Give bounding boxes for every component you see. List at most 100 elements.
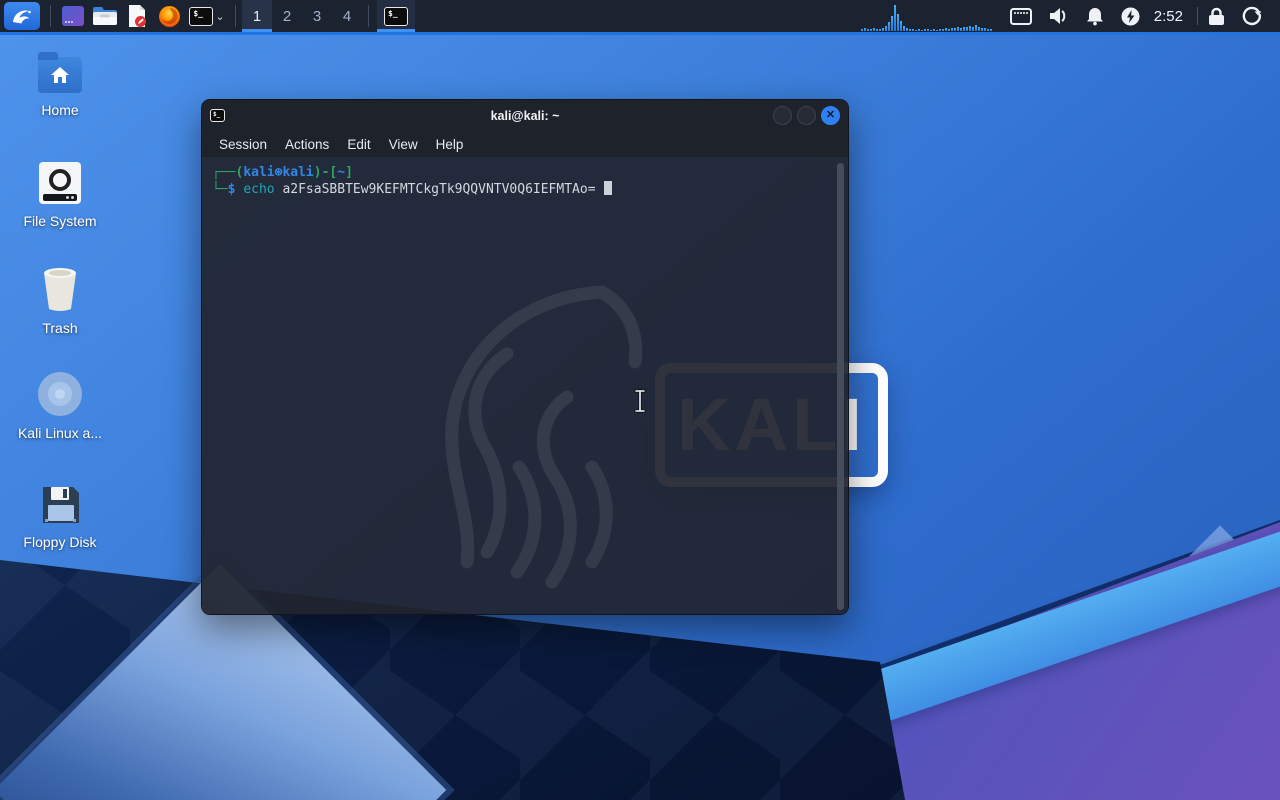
cpu-graph-bar bbox=[911, 29, 914, 31]
text-editor-icon bbox=[129, 5, 146, 27]
terminal-content[interactable]: ┌──(kali⊛kali)-[~] └─$ echo a2FsaSBBTEw9… bbox=[202, 157, 848, 614]
workspace-2[interactable]: 2 bbox=[272, 0, 302, 32]
desktop-icon-label: Home bbox=[41, 102, 79, 118]
cpu-graph-bar bbox=[935, 30, 938, 31]
mouse-cursor-ibeam bbox=[634, 389, 646, 413]
terminal-launcher-icon: $_ bbox=[189, 6, 214, 26]
close-button[interactable]: ✕ bbox=[821, 106, 840, 125]
menu-session[interactable]: Session bbox=[210, 134, 276, 155]
cpu-graph-bar bbox=[917, 29, 920, 31]
panel-separator bbox=[1197, 7, 1198, 25]
cpu-graph-bar bbox=[893, 5, 896, 31]
cd-rom-icon bbox=[38, 372, 82, 416]
notification-bell-icon[interactable] bbox=[1086, 7, 1104, 26]
taskbar-window-button-terminal[interactable]: $_ bbox=[377, 0, 415, 32]
terminal-window-icon: $_ bbox=[384, 6, 408, 26]
cpu-graph-bar bbox=[878, 29, 881, 31]
drive-ring bbox=[49, 169, 71, 191]
logout-icon[interactable] bbox=[1242, 6, 1262, 26]
terminal-titlebar[interactable]: $_ kali@kali: ~ ✕ bbox=[202, 100, 848, 131]
menu-edit[interactable]: Edit bbox=[338, 134, 379, 155]
minimize-button[interactable] bbox=[773, 106, 792, 125]
desktop-icon-label: File System bbox=[23, 213, 97, 229]
panel-separator bbox=[235, 5, 236, 27]
chevron-down-icon[interactable]: ⌄ bbox=[215, 10, 224, 23]
cpu-graph-bar bbox=[884, 26, 887, 31]
desktop-icon-kali-cd[interactable]: Kali Linux a... bbox=[10, 372, 110, 441]
volume-icon[interactable] bbox=[1049, 7, 1069, 25]
desktop-icon-floppy[interactable]: Floppy Disk bbox=[10, 483, 110, 550]
window-title: kali@kali: ~ bbox=[490, 108, 560, 123]
terminal-scrollbar[interactable] bbox=[837, 163, 844, 610]
cpu-graph-bar bbox=[938, 29, 941, 31]
folder-icon bbox=[93, 7, 117, 25]
cpu-graph-bar bbox=[875, 29, 878, 31]
cpu-graph-bar bbox=[881, 28, 884, 31]
terminal-cursor bbox=[604, 181, 613, 195]
menu-actions[interactable]: Actions bbox=[276, 134, 338, 155]
desktop-icon-label: Floppy Disk bbox=[23, 534, 97, 550]
menu-help[interactable]: Help bbox=[427, 134, 473, 155]
cpu-graph-bar bbox=[950, 28, 953, 31]
cpu-graph-bar bbox=[908, 29, 911, 31]
cpu-graph-bar bbox=[926, 29, 929, 31]
cpu-graph-bar bbox=[890, 16, 893, 31]
floppy-disk-icon bbox=[43, 487, 79, 523]
cpu-graph-bar bbox=[983, 28, 986, 31]
house-icon bbox=[51, 67, 69, 83]
workspace-3[interactable]: 3 bbox=[302, 0, 332, 32]
cpu-graph-bar bbox=[896, 14, 899, 31]
prompt-line-2: └─$ echo a2FsaSBBTEw9KEFMTCkgTk9QQVNTV0Q… bbox=[212, 181, 838, 198]
cpu-graph-bar bbox=[863, 28, 866, 31]
cpu-graph-bar bbox=[971, 27, 974, 31]
top-panel: $_ ⌄ 1 2 3 4 $_ 2:52 bbox=[0, 0, 1280, 35]
cpu-graph-bar bbox=[974, 25, 977, 31]
cpu-graph[interactable] bbox=[860, 1, 992, 31]
cpu-graph-bar bbox=[947, 29, 950, 31]
launcher-terminal[interactable]: $_ ⌄ bbox=[185, 0, 229, 32]
cpu-graph-bar bbox=[872, 28, 875, 31]
firefox-icon bbox=[158, 5, 180, 27]
maximize-button[interactable] bbox=[797, 106, 816, 125]
app-window-icon bbox=[62, 6, 84, 26]
desktop-icon-file-system[interactable]: File System bbox=[10, 162, 110, 229]
cpu-graph-bar bbox=[866, 29, 869, 31]
panel-separator bbox=[368, 5, 369, 27]
desktop-icon-trash[interactable]: Trash bbox=[10, 265, 110, 336]
panel-separator bbox=[50, 5, 51, 27]
clock[interactable]: 2:52 bbox=[1154, 8, 1183, 25]
power-manager-icon[interactable] bbox=[1121, 7, 1140, 26]
launcher-file-manager[interactable] bbox=[89, 0, 121, 32]
cpu-graph-bar bbox=[965, 27, 968, 31]
desktop-icon-home[interactable]: Home bbox=[10, 52, 110, 118]
workspace-4[interactable]: 4 bbox=[332, 0, 362, 32]
cpu-graph-bar bbox=[905, 28, 908, 31]
cpu-graph-bar bbox=[959, 28, 962, 31]
cpu-graph-bar bbox=[902, 26, 905, 31]
cpu-graph-bar bbox=[980, 28, 983, 31]
home-folder-icon bbox=[38, 52, 82, 93]
desktop-icon-label: Trash bbox=[42, 320, 78, 336]
cpu-graph-bar bbox=[989, 29, 992, 31]
cpu-graph-bar bbox=[944, 28, 947, 31]
kali-menu-button[interactable] bbox=[4, 2, 40, 30]
workspace-1[interactable]: 1 bbox=[242, 0, 272, 32]
launcher-text-editor[interactable] bbox=[121, 0, 153, 32]
cpu-graph-bar bbox=[962, 27, 965, 31]
hard-drive-icon bbox=[39, 162, 81, 204]
terminal-menubar: Session Actions Edit View Help bbox=[202, 131, 848, 157]
desktop: KALI Home File System Trash Kali Linux a… bbox=[0, 0, 1280, 800]
cpu-graph-bar bbox=[869, 29, 872, 31]
menu-view[interactable]: View bbox=[380, 134, 427, 155]
clipboard-manager-icon[interactable] bbox=[1009, 7, 1032, 25]
cpu-graph-bar bbox=[887, 22, 890, 31]
cpu-graph-bar bbox=[956, 27, 959, 31]
cpu-graph-bar bbox=[941, 29, 944, 31]
cpu-graph-bar bbox=[932, 29, 935, 31]
cpu-graph-bar bbox=[923, 29, 926, 31]
launcher-app-window[interactable] bbox=[57, 0, 89, 32]
launcher-firefox[interactable] bbox=[153, 0, 185, 32]
cpu-graph-bar bbox=[929, 30, 932, 31]
lock-icon[interactable] bbox=[1208, 7, 1225, 26]
cpu-graph-bar bbox=[899, 21, 902, 31]
